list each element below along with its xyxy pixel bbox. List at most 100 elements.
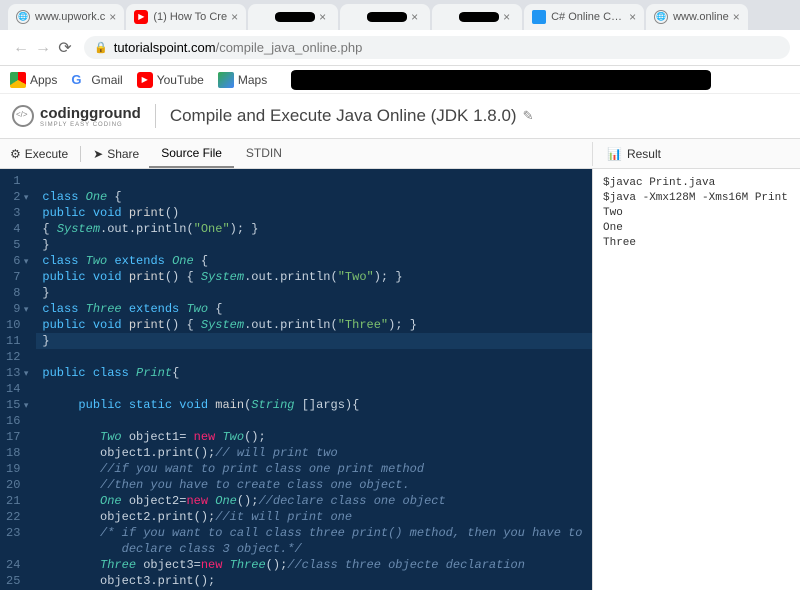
result-header: 📊Result <box>592 142 800 166</box>
fold-icon[interactable]: ▾ <box>20 190 28 206</box>
code-line[interactable]: object3.print(); <box>42 573 586 589</box>
reload-button[interactable]: ⟳ <box>54 38 76 58</box>
fold-icon[interactable]: ▾ <box>20 302 28 318</box>
code-line[interactable]: } <box>42 285 586 301</box>
close-icon[interactable]: × <box>231 10 238 24</box>
fold-icon[interactable]: ▾ <box>20 254 28 270</box>
line-number: 21 <box>6 493 28 509</box>
code-line[interactable]: } <box>36 333 592 349</box>
browser-tab[interactable]: C# Online Com× <box>524 4 644 30</box>
code-line[interactable]: { System.out.println("One"); } <box>42 221 586 237</box>
code-line[interactable]: public void print() { System.out.println… <box>42 269 586 285</box>
code-area[interactable]: class One {public void print(){ System.o… <box>36 169 592 590</box>
browser-tab[interactable]: × <box>248 4 338 30</box>
browser-tab[interactable]: × <box>432 4 522 30</box>
result-line: Three <box>603 237 790 249</box>
code-line[interactable]: //then you have to create class one obje… <box>42 477 586 493</box>
code-line[interactable]: public static void main(String []args){ <box>42 397 586 413</box>
bar-chart-icon: 📊 <box>607 147 622 161</box>
bookmark-label: Maps <box>238 73 267 87</box>
logo[interactable]: codingground SIMPLY EASY CODING <box>12 105 141 128</box>
page-title: Compile and Execute Java Online (JDK 1.8… <box>170 106 517 126</box>
browser-tab[interactable]: 🌐www.online× <box>646 4 748 30</box>
logo-icon <box>12 105 34 127</box>
line-number: 5 <box>6 237 28 253</box>
line-number: 12 <box>6 349 28 365</box>
line-number: 19 <box>6 461 28 477</box>
bookmark-item[interactable]: ▶YouTube <box>137 72 204 88</box>
line-number: 11 <box>6 333 28 349</box>
code-editor[interactable]: 1 2 ▾3 4 5 6 ▾7 8 9 ▾10 11 12 13 ▾14 15 … <box>0 169 592 590</box>
forward-button[interactable]: → <box>32 39 54 57</box>
code-line[interactable]: declare class 3 object.*/ <box>42 541 586 557</box>
close-icon[interactable]: × <box>503 10 510 24</box>
bookmark-label: YouTube <box>157 73 204 87</box>
close-icon[interactable]: × <box>319 10 326 24</box>
line-number: 4 <box>6 221 28 237</box>
apps-icon <box>10 72 26 88</box>
lock-icon: 🔒 <box>94 41 108 54</box>
google-icon: G <box>71 72 87 88</box>
code-line[interactable]: //if you want to print class one print m… <box>42 461 586 477</box>
close-icon[interactable]: × <box>411 10 418 24</box>
line-number: 18 <box>6 445 28 461</box>
close-icon[interactable]: × <box>109 10 116 24</box>
line-number: 23 <box>6 525 28 541</box>
share-icon: ➤ <box>93 147 103 161</box>
share-button[interactable]: ➤Share <box>83 142 149 166</box>
code-line[interactable] <box>42 349 586 365</box>
code-line[interactable] <box>42 413 586 429</box>
line-number: 10 <box>6 317 28 333</box>
line-number: 24 <box>6 557 28 573</box>
line-number: 22 <box>6 509 28 525</box>
line-number: 20 <box>6 477 28 493</box>
close-icon[interactable]: × <box>733 10 740 24</box>
back-button[interactable]: ← <box>10 39 32 57</box>
fold-icon[interactable]: ▾ <box>20 398 28 414</box>
code-line[interactable]: /* if you want to call class three print… <box>42 525 586 541</box>
code-line[interactable]: class Two extends One { <box>42 253 586 269</box>
line-number <box>6 541 28 557</box>
line-number: 25 <box>6 573 28 589</box>
maps-icon <box>218 72 234 88</box>
line-number: 15 ▾ <box>6 397 28 413</box>
bookmark-item[interactable]: Maps <box>218 72 267 88</box>
code-line[interactable] <box>42 173 586 189</box>
bookmark-item[interactable]: Apps <box>10 72 57 88</box>
code-line[interactable]: public void print() <box>42 205 586 221</box>
result-line: $javac Print.java <box>603 177 790 189</box>
code-line[interactable] <box>42 381 586 397</box>
line-number: 7 <box>6 269 28 285</box>
code-line[interactable]: One object2=new One();//declare class on… <box>42 493 586 509</box>
result-line: $java -Xmx128M -Xms16M Print <box>603 192 790 204</box>
tab-source-file[interactable]: Source File <box>149 140 234 168</box>
code-line[interactable]: public class Print{ <box>42 365 586 381</box>
result-line: One <box>603 222 790 234</box>
code-line[interactable]: object1.print();// will print two <box>42 445 586 461</box>
url-input[interactable]: 🔒 tutorialspoint.com/compile_java_online… <box>84 36 790 59</box>
line-number: 8 <box>6 285 28 301</box>
execute-button[interactable]: ⚙Execute <box>0 142 78 166</box>
code-line[interactable]: Three object3=new Three();//class three … <box>42 557 586 573</box>
browser-tab[interactable]: × <box>340 4 430 30</box>
browser-tab[interactable]: ▶(1) How To Cre× <box>126 4 246 30</box>
close-icon[interactable]: × <box>629 10 636 24</box>
code-line[interactable]: public void print() { System.out.println… <box>42 317 586 333</box>
bookmark-label: Gmail <box>91 73 122 87</box>
code-line[interactable]: } <box>42 237 586 253</box>
fold-icon[interactable]: ▾ <box>20 366 28 382</box>
code-line[interactable]: Two object1= new Two(); <box>42 429 586 445</box>
browser-tabstrip: 🌐www.upwork.c×▶(1) How To Cre××××C# Onli… <box>0 0 800 30</box>
code-line[interactable]: object2.print();//it will print one <box>42 509 586 525</box>
code-line[interactable]: class Three extends Two { <box>42 301 586 317</box>
page-header: codingground SIMPLY EASY CODING Compile … <box>0 94 800 139</box>
line-number: 1 <box>6 173 28 189</box>
gears-icon: ⚙ <box>10 147 21 161</box>
tab-stdin[interactable]: STDIN <box>234 140 294 168</box>
code-line[interactable]: class One { <box>42 189 586 205</box>
line-number: 14 <box>6 381 28 397</box>
browser-tab[interactable]: 🌐www.upwork.c× <box>8 4 124 30</box>
line-number: 3 <box>6 205 28 221</box>
bookmark-item[interactable]: G Gmail <box>71 72 122 88</box>
edit-icon[interactable]: ✎ <box>523 108 534 124</box>
